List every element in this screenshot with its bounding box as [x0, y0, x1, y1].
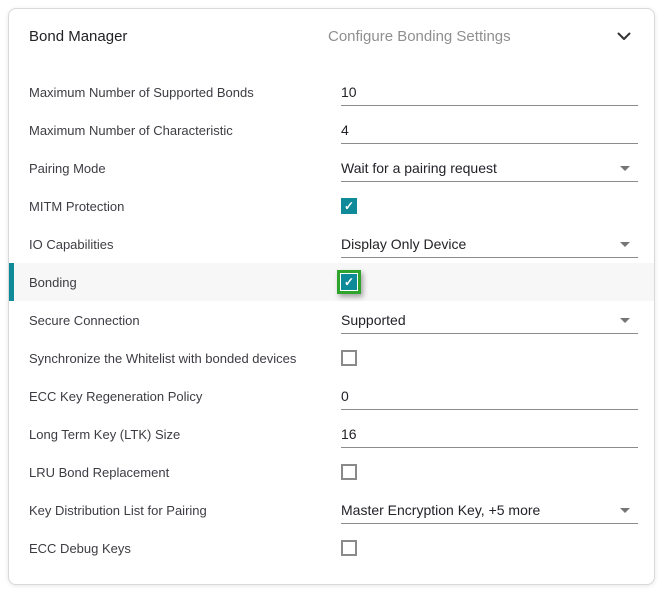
setting-row-ecc-key-regeneration-policy: ECC Key Regeneration Policy 0 — [9, 377, 654, 415]
setting-label: LRU Bond Replacement — [29, 465, 341, 480]
dropdown-value[interactable]: Master Encryption Key, +5 more — [341, 502, 540, 518]
checkbox-wrap — [341, 540, 357, 556]
setting-label: ECC Debug Keys — [29, 541, 341, 556]
input-underline — [341, 447, 638, 448]
setting-label: Long Term Key (LTK) Size — [29, 427, 341, 442]
text-input-value[interactable]: 0 — [341, 388, 349, 404]
setting-row-io-capabilities: IO Capabilities Display Only Device — [9, 225, 654, 263]
dropdown-value[interactable]: Wait for a pairing request — [341, 160, 497, 176]
input-underline — [341, 333, 638, 334]
setting-control: Supported — [341, 301, 638, 339]
checkbox-wrap — [341, 464, 357, 480]
setting-row-long-term-key-ltk-size: Long Term Key (LTK) Size 16 — [9, 415, 654, 453]
dropdown-arrow-icon — [620, 166, 630, 171]
setting-row-pairing-mode: Pairing Mode Wait for a pairing request — [9, 149, 654, 187]
setting-row-secure-connection: Secure Connection Supported — [9, 301, 654, 339]
text-input-value[interactable]: 10 — [341, 84, 357, 100]
setting-control: Display Only Device — [341, 225, 638, 263]
input-underline — [341, 105, 638, 106]
checkbox-wrap: ✓ — [337, 270, 361, 294]
setting-label: MITM Protection — [29, 199, 341, 214]
setting-row-ecc-debug-keys: ECC Debug Keys — [9, 529, 654, 567]
setting-row-mitm-protection: MITM Protection ✓ — [9, 187, 654, 225]
setting-row-maximum-number-of-supported-bonds: Maximum Number of Supported Bonds 10 — [9, 73, 654, 111]
input-underline — [341, 181, 638, 182]
setting-label: Secure Connection — [29, 313, 341, 328]
checkbox-wrap: ✓ — [341, 198, 357, 214]
input-underline — [341, 143, 638, 144]
settings-list: Maximum Number of Supported Bonds 10 Max… — [9, 57, 654, 567]
text-input-value[interactable]: 4 — [341, 122, 349, 138]
setting-control: Master Encryption Key, +5 more — [341, 491, 638, 529]
collapse-button[interactable] — [616, 28, 632, 44]
checkbox[interactable]: ✓ — [341, 274, 357, 290]
chevron-down-icon — [617, 32, 631, 41]
setting-label: Bonding — [29, 275, 341, 290]
dropdown-arrow-icon — [620, 318, 630, 323]
setting-control — [341, 529, 638, 567]
panel-title: Bond Manager — [29, 28, 328, 45]
setting-label: Maximum Number of Characteristic — [29, 123, 341, 138]
checkbox[interactable] — [341, 350, 357, 366]
dropdown-arrow-icon — [620, 242, 630, 247]
dropdown-value[interactable]: Display Only Device — [341, 236, 466, 252]
panel-header: Bond Manager Configure Bonding Settings — [9, 9, 654, 57]
setting-label: Key Distribution List for Pairing — [29, 503, 341, 518]
setting-label: Maximum Number of Supported Bonds — [29, 85, 341, 100]
selected-row-indicator — [9, 263, 14, 301]
setting-row-lru-bond-replacement: LRU Bond Replacement — [9, 453, 654, 491]
checkbox-wrap — [341, 350, 357, 366]
setting-row-synchronize-the-whitelist-with-bonded-devices: Synchronize the Whitelist with bonded de… — [9, 339, 654, 377]
input-underline — [341, 409, 638, 410]
checkbox[interactable]: ✓ — [341, 198, 357, 214]
panel-subtitle: Configure Bonding Settings — [328, 28, 616, 45]
setting-control: 10 — [341, 73, 638, 111]
setting-control: ✓ — [341, 187, 638, 225]
setting-control — [341, 453, 638, 491]
input-underline — [341, 523, 638, 524]
dropdown-value[interactable]: Supported — [341, 312, 406, 328]
setting-control: 16 — [341, 415, 638, 453]
check-icon: ✓ — [344, 274, 354, 290]
check-icon: ✓ — [344, 198, 354, 214]
setting-label: ECC Key Regeneration Policy — [29, 389, 341, 404]
setting-control: 0 — [341, 377, 638, 415]
setting-label: IO Capabilities — [29, 237, 341, 252]
checkbox[interactable] — [341, 540, 357, 556]
setting-row-maximum-number-of-characteristic: Maximum Number of Characteristic 4 — [9, 111, 654, 149]
setting-label: Synchronize the Whitelist with bonded de… — [29, 351, 341, 366]
bond-manager-panel: Bond Manager Configure Bonding Settings … — [8, 8, 655, 585]
input-underline — [341, 257, 638, 258]
setting-label: Pairing Mode — [29, 161, 341, 176]
dropdown-arrow-icon — [620, 508, 630, 513]
setting-row-bonding: Bonding ✓ — [9, 263, 654, 301]
text-input-value[interactable]: 16 — [341, 426, 357, 442]
checkbox[interactable] — [341, 464, 357, 480]
setting-row-key-distribution-list-for-pairing: Key Distribution List for Pairing Master… — [9, 491, 654, 529]
setting-control: 4 — [341, 111, 638, 149]
setting-control: ✓ — [341, 263, 638, 301]
setting-control — [341, 339, 638, 377]
setting-control: Wait for a pairing request — [341, 149, 638, 187]
